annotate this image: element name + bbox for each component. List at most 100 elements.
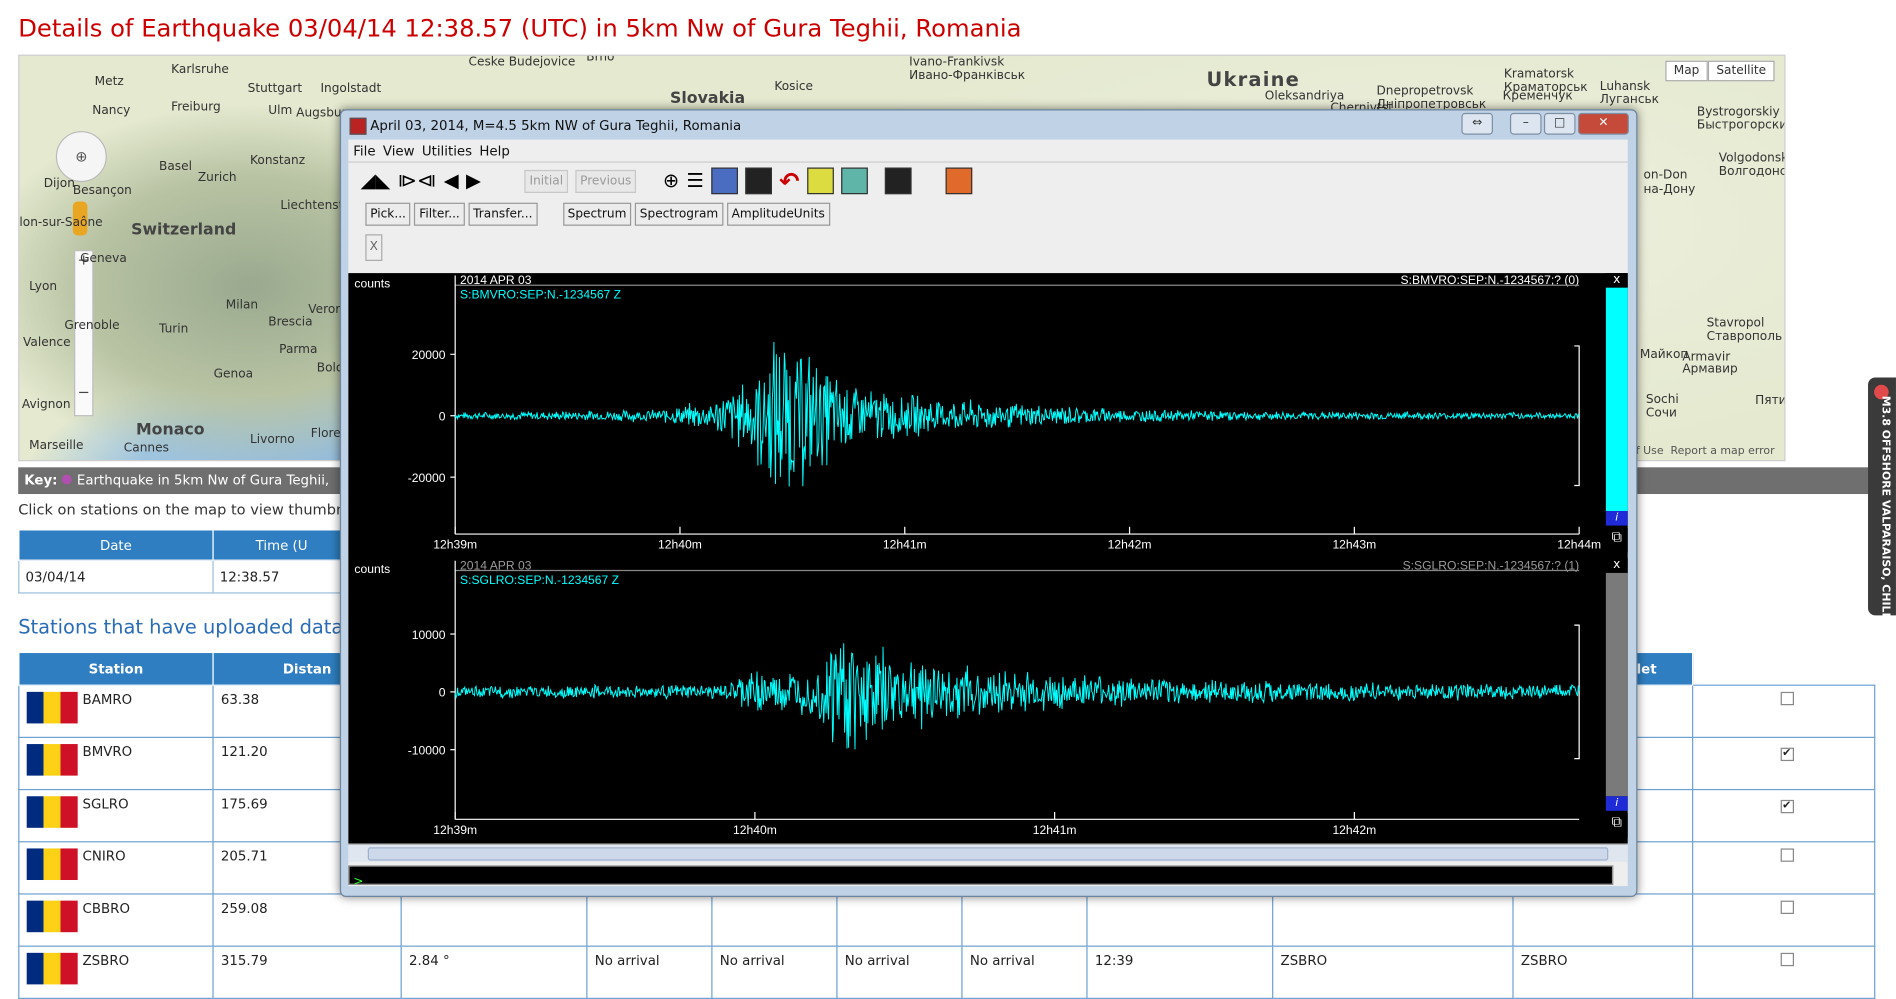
report-error-link[interactable]: Report a map error <box>1671 445 1775 457</box>
list-icon[interactable]: ☰ <box>686 169 703 192</box>
menu-utilities[interactable]: Utilities <box>422 140 480 162</box>
trace-2-select-bar[interactable] <box>1605 572 1628 797</box>
cell-l1[interactable]: ZSBRO <box>1272 945 1514 999</box>
map-label: Karlsruhe <box>171 63 229 77</box>
time-scrollbar[interactable] <box>348 843 1628 862</box>
cell-l2[interactable] <box>1512 893 1694 947</box>
event-time: 12:38.57 <box>212 559 351 594</box>
side-tab-label: M3.8 OFFSHORE VALPARAISO, CHILE <box>1878 395 1892 620</box>
cell-c3 <box>836 893 963 947</box>
view-in-applet-checkbox[interactable] <box>1780 848 1794 862</box>
trace-2-info-icon[interactable]: i <box>1605 796 1628 811</box>
menu-file[interactable]: File <box>353 140 383 162</box>
table-row: ZSBRO 315.79 2.84 ° No arrival No arrival No … <box>18 945 1876 999</box>
trace-1-info-icon[interactable]: i <box>1605 511 1628 526</box>
station-code: CNIRO <box>82 848 126 865</box>
romania-flag-icon <box>26 952 78 985</box>
trace-2-overlay-icon[interactable]: ⧉ <box>1605 813 1628 838</box>
undo-icon[interactable]: ↶ <box>779 166 799 195</box>
station-cell: CNIRO <box>18 841 214 895</box>
spectrogram-button[interactable]: Spectrogram <box>634 202 724 226</box>
black-box-icon[interactable] <box>745 167 772 195</box>
maximize-button[interactable]: □ <box>1543 112 1576 135</box>
y-tick-label: 10000 <box>412 628 446 642</box>
select-traces-icon[interactable] <box>711 167 738 195</box>
map-label: Freiburg <box>171 100 221 115</box>
spectrum-button[interactable]: Spectrum <box>562 202 632 226</box>
trace-1-selected-bar[interactable] <box>1605 287 1628 512</box>
clear-x-button[interactable]: X <box>365 234 383 261</box>
pick-button[interactable]: Pick... <box>365 202 411 226</box>
map-label: Cannes <box>123 441 169 456</box>
earthquake-marker-icon <box>62 474 73 485</box>
page-title: Details of Earthquake 03/04/14 12:38.57 … <box>18 13 1022 43</box>
expand-time-icon[interactable]: ⧐⧏ <box>398 169 437 192</box>
x-tick-label: 12h40m <box>658 538 702 552</box>
amplitude-chart-icon[interactable] <box>806 167 834 195</box>
view-in-applet-checkbox[interactable]: ✔ <box>1780 747 1794 762</box>
view-in-applet-checkbox[interactable] <box>1780 952 1794 967</box>
trace-channel-label: S:BMVRO:SEP:N.-1234567 Z <box>460 288 622 302</box>
map-label: Быстрогорский <box>1696 118 1786 133</box>
map-pan-control[interactable]: ⊕ <box>55 131 107 183</box>
restore-arrows-icon[interactable]: ⇔ <box>1461 112 1493 135</box>
map-type-toggle[interactable]: Map Satellite <box>1665 60 1775 82</box>
romania-flag-icon <box>26 744 78 776</box>
applet-window: April 03, 2014, M=4.5 5km NW of Gura Teg… <box>339 109 1638 897</box>
x-tick-label: 12h41m <box>883 538 927 552</box>
globe-icon[interactable]: ⊕ <box>663 169 679 192</box>
color-map-icon[interactable] <box>945 167 972 195</box>
minimize-button[interactable]: – <box>1509 112 1542 135</box>
view-in-applet-checkbox[interactable]: ✔ <box>1780 799 1794 814</box>
cell-l2[interactable]: ZSBRO <box>1512 945 1694 999</box>
step-forward-icon[interactable]: ▶ <box>466 169 481 192</box>
zoom-out-button[interactable]: − <box>75 384 92 401</box>
seismogram-area[interactable]: counts 2014 APR 03 S:BMVRO:SEP:N.-1234567 … <box>348 273 1628 844</box>
map-label: Ulm <box>268 104 293 118</box>
menu-view[interactable]: View <box>383 140 422 162</box>
filter-button[interactable]: Filter... <box>414 202 465 226</box>
print-screen-icon[interactable] <box>884 167 912 195</box>
step-back-icon[interactable]: ◀ <box>444 169 459 192</box>
secondary-toolbar: Pick... Filter... Transfer... Spectrum S… <box>348 199 1627 228</box>
map-label: Ivano-Frankivsk <box>909 55 1005 70</box>
initial-button[interactable]: Initial <box>524 169 568 193</box>
map-label: Волгодонск <box>1718 165 1785 179</box>
map-label: Луганськ <box>1599 93 1660 107</box>
map-label: Metz <box>94 75 124 89</box>
prompt: > <box>353 875 364 889</box>
recent-quake-side-tab[interactable]: M3.8 OFFSHORE VALPARAISO, CHILE <box>1868 377 1896 620</box>
map-label: Avignon <box>21 398 71 412</box>
map-label: Краматорськ <box>1503 81 1588 95</box>
y-tick-label: 0 <box>439 410 446 424</box>
view-in-applet-cell <box>1692 945 1876 999</box>
trace-1-overlay-icon[interactable]: ⧉ <box>1605 528 1628 553</box>
view-in-applet-checkbox[interactable] <box>1780 691 1794 706</box>
seismogram-svg[interactable]: counts 2014 APR 03S:BMVRO:SEP:N.-1234567 … <box>348 273 1605 843</box>
amplitude-units-button[interactable]: AmplitudeUnits <box>726 202 830 226</box>
previous-button[interactable]: Previous <box>575 169 637 193</box>
map-label: Grenoble <box>64 319 120 333</box>
station-code: SGLRO <box>82 796 129 813</box>
cell-l1[interactable] <box>1272 893 1514 947</box>
station-cell: SGLRO <box>18 788 214 843</box>
particle-motion-icon[interactable] <box>840 167 868 195</box>
trace-1-sidebar: x i ⧉ <box>1605 273 1628 558</box>
map-label: Bystrogorskiy <box>1696 105 1780 119</box>
close-button[interactable]: ✕ <box>1577 112 1629 135</box>
compress-time-icon[interactable]: ◢◣ <box>360 169 390 192</box>
applet-titlebar[interactable]: April 03, 2014, M=4.5 5km NW of Gura Teg… <box>341 110 1636 139</box>
satellite-button[interactable]: Satellite <box>1707 60 1775 82</box>
transfer-button[interactable]: Transfer... <box>468 202 538 226</box>
map-zoom-slider[interactable]: + − <box>74 250 94 417</box>
cell-deg <box>400 893 588 947</box>
menu-help[interactable]: Help <box>479 140 517 162</box>
scroll-thumb[interactable] <box>367 847 1609 861</box>
view-in-applet-checkbox[interactable] <box>1780 900 1794 914</box>
trace-1-close-button[interactable]: x <box>1605 273 1628 288</box>
trace-2-close-button[interactable]: x <box>1605 558 1628 573</box>
cell-c2 <box>711 893 838 947</box>
command-line[interactable]: > <box>348 865 1614 889</box>
map-button[interactable]: Map <box>1665 60 1708 82</box>
romania-flag-icon <box>26 796 78 828</box>
